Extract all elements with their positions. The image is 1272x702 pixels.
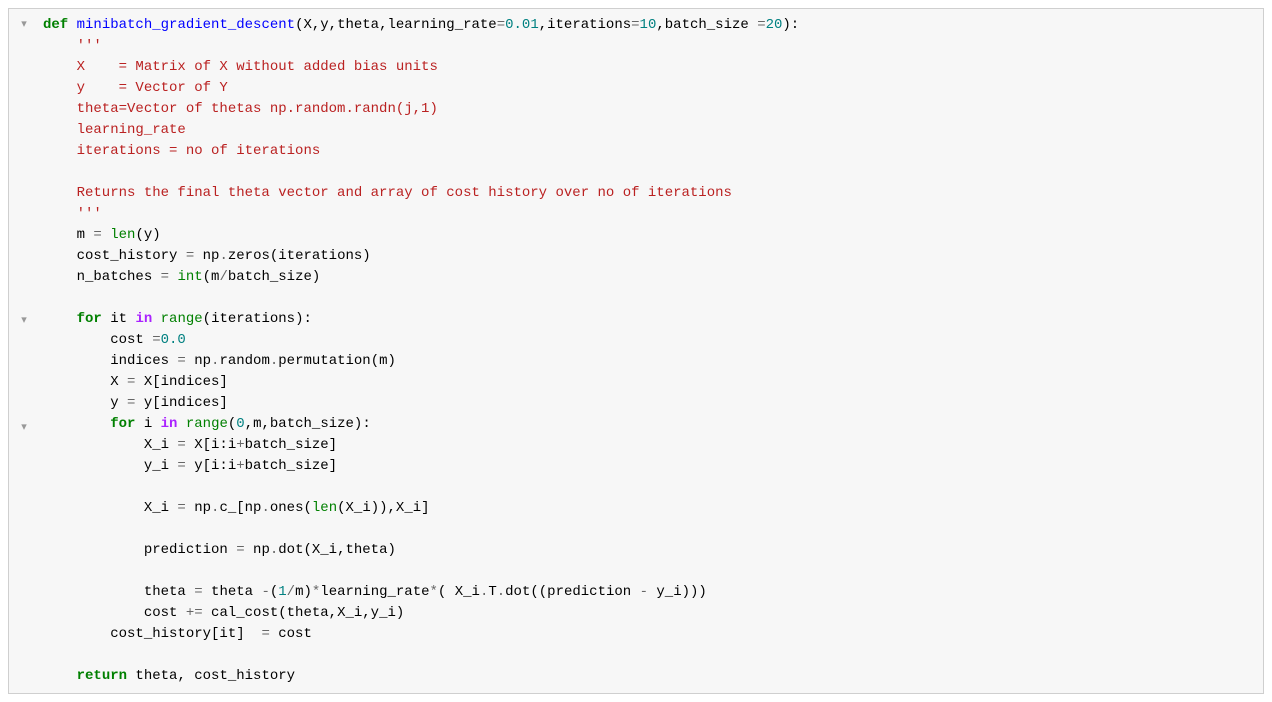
fold-gutter: ▾ ▾ ▾ (9, 9, 39, 693)
code-editor[interactable]: def minibatch_gradient_descent(X,y,theta… (39, 9, 1263, 693)
fold-marker-icon[interactable]: ▾ (21, 311, 27, 332)
code-content[interactable]: def minibatch_gradient_descent(X,y,theta… (43, 15, 1255, 687)
code-cell: ▾ ▾ ▾ def minibatch_gradient_descent(X,y,t… (8, 8, 1264, 694)
fold-marker-icon[interactable]: ▾ (21, 418, 27, 439)
fold-marker-icon[interactable]: ▾ (21, 15, 27, 36)
